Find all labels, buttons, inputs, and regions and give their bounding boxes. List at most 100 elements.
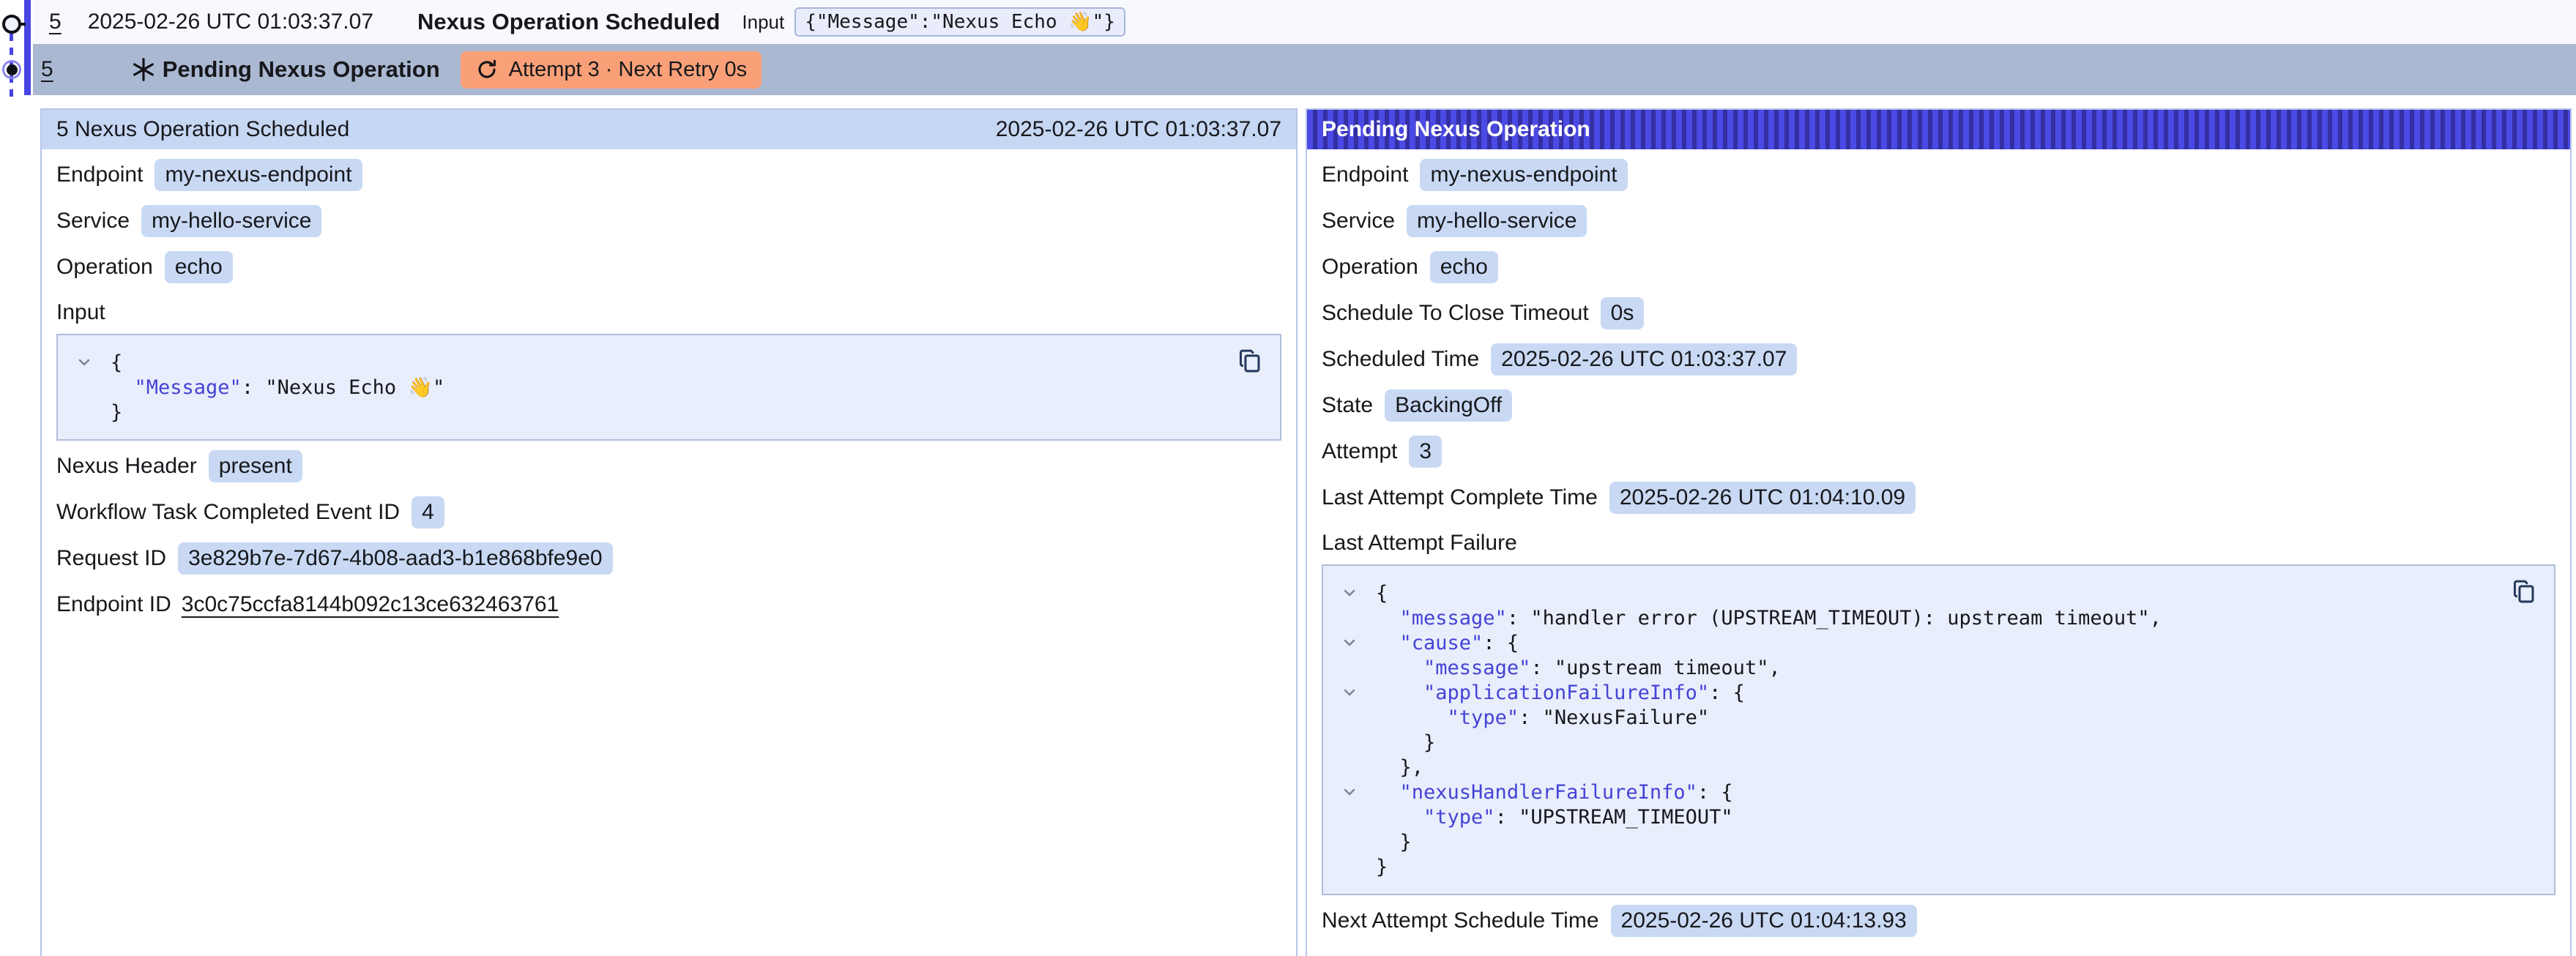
field-row: Request ID3e829b7e-7d67-4b08-aad3-b1e868… [56, 542, 1281, 575]
field-row: StateBackingOff [1322, 389, 2555, 422]
json-text: : "NexusFailure" [1519, 706, 1709, 729]
field-value-badge: 4 [412, 496, 444, 529]
field-value-badge: 2025-02-26 UTC 01:03:37.07 [1491, 343, 1797, 376]
field-value-badge: my-hello-service [1407, 205, 1587, 237]
pending-operation-title: Pending Nexus Operation [163, 56, 440, 83]
field-value-badge: present [209, 450, 302, 482]
field-row: Endpoint ID 3c0c75ccfa8144b092c13ce632463… [56, 588, 1281, 621]
timeline-dot-fill [7, 64, 18, 75]
collapse-chevron-icon[interactable] [1338, 634, 1376, 651]
field-value-link[interactable]: 3c0c75ccfa8144b092c13ce632463761 [182, 592, 559, 617]
json-text [1376, 657, 1423, 679]
history-row-nexus-operation-scheduled[interactable]: 5 2025-02-26 UTC 01:03:37.07 Nexus Opera… [33, 0, 2576, 44]
field-label: Endpoint [56, 163, 143, 187]
json-code-line: { [1338, 580, 2539, 605]
json-text: : { [1709, 681, 1745, 704]
retry-icon [475, 58, 499, 81]
json-code-line: "type": "NexusFailure" [1338, 705, 2539, 730]
json-key: "message" [1400, 607, 1507, 630]
field-row: Last Attempt Complete Time2025-02-26 UTC… [1322, 481, 2555, 515]
json-text [1376, 632, 1400, 654]
json-text: : { [1483, 632, 1519, 654]
json-text: : "Nexus Echo 👋" [242, 376, 444, 399]
field-label: Service [56, 209, 130, 234]
event-detail-header-title: 5 Nexus Operation Scheduled [56, 117, 349, 142]
json-text: } [1376, 856, 1388, 878]
field-row: Endpoint my-nexus-endpoint [56, 158, 1281, 192]
json-text [1376, 681, 1423, 704]
retry-badge-text: Attempt 3 · Next Retry 0s [509, 58, 748, 82]
event-id-link[interactable]: 5 [49, 10, 62, 34]
json-text: } [1376, 731, 1435, 754]
json-key: "nexusHandlerFailureInfo" [1400, 781, 1697, 804]
field-label: Service [1322, 209, 1395, 234]
event-timestamp: 2025-02-26 UTC 01:03:37.07 [88, 10, 373, 34]
json-text: }, [1376, 756, 1423, 779]
timeline-current-dot-icon[interactable] [2, 60, 21, 79]
field-label: Nexus Header [56, 454, 197, 479]
field-value-badge: echo [1430, 251, 1498, 283]
json-code-line: "cause": { [1338, 630, 2539, 655]
field-row: Workflow Task Completed Event ID4 [56, 496, 1281, 529]
json-text [111, 376, 135, 399]
collapse-chevron-icon[interactable] [1338, 584, 1376, 602]
input-section-label: Input [56, 300, 1281, 325]
json-code-line: } [1338, 854, 2539, 879]
field-value-badge: 2025-02-26 UTC 01:04:13.93 [1611, 905, 1917, 937]
field-row: Scheduled Time2025-02-26 UTC 01:03:37.07 [1322, 343, 2555, 376]
field-value-badge: my-hello-service [141, 205, 321, 237]
field-value-badge: echo [165, 251, 233, 283]
collapse-chevron-icon[interactable] [1338, 684, 1376, 701]
json-key: "type" [1423, 806, 1495, 829]
copy-icon[interactable] [2512, 578, 2539, 605]
json-text: { [1376, 582, 1388, 605]
json-code-line: { [72, 350, 1265, 375]
field-row: Attempt3 [1322, 435, 2555, 468]
pending-operation-header: Pending Nexus Operation [1307, 110, 2570, 149]
collapse-chevron-icon[interactable] [1338, 783, 1376, 801]
json-code-line: "type": "UPSTREAM_TIMEOUT" [1338, 804, 2539, 829]
field-value-badge: 0s [1601, 297, 1645, 329]
field-row: Service my-hello-service [56, 204, 1281, 238]
event-id-link[interactable]: 5 [41, 57, 53, 82]
workflow-history-view: 5 2025-02-26 UTC 01:03:37.07 Nexus Opera… [0, 0, 2576, 956]
copy-icon[interactable] [1237, 347, 1265, 375]
pending-operation-panel: Pending Nexus Operation Endpoint my-nexus… [1306, 108, 2572, 956]
json-text [1376, 607, 1400, 630]
field-label: Attempt [1322, 439, 1397, 464]
field-row: Service my-hello-service [1322, 204, 2555, 238]
field-row: Next Attempt Schedule Time 2025-02-26 UTC… [1322, 904, 2555, 938]
json-text: : "handler error (UPSTREAM_TIMEOUT): ups… [1507, 607, 2162, 630]
json-text: { [111, 351, 122, 374]
event-title: Nexus Operation Scheduled [417, 9, 720, 35]
json-code-line: "message": "upstream timeout", [1338, 655, 2539, 680]
json-code-line: } [1338, 730, 2539, 755]
json-text [1376, 781, 1400, 804]
field-value-badge: 3e829b7e-7d67-4b08-aad3-b1e868bfe9e0 [178, 542, 613, 575]
field-value-badge: my-nexus-endpoint [155, 159, 362, 191]
field-label: Endpoint [1322, 163, 1408, 187]
json-text: : { [1697, 781, 1733, 804]
event-detail-header: 5 Nexus Operation Scheduled 2025-02-26 U… [42, 110, 1296, 149]
field-row: Nexus Header present [56, 449, 1281, 483]
json-key: "type" [1448, 706, 1519, 729]
event-detail-header-time: 2025-02-26 UTC 01:03:37.07 [996, 117, 1281, 142]
field-label: Operation [1322, 255, 1418, 280]
timeline-event-circle-icon[interactable] [2, 15, 21, 34]
timeline-connector [20, 23, 26, 26]
collapse-chevron-icon[interactable] [72, 354, 111, 371]
failure-json-block: { "message": "handler error (UPSTREAM_TI… [1322, 564, 2555, 895]
event-input-chip: {"Message":"Nexus Echo 👋"} [794, 7, 1125, 37]
pending-operation-header-title: Pending Nexus Operation [1322, 117, 1590, 142]
json-key: "Message" [135, 376, 242, 399]
input-json-block: { "Message": "Nexus Echo 👋"} [56, 334, 1281, 441]
json-code-line: "message": "handler error (UPSTREAM_TIME… [1338, 605, 2539, 630]
field-value-badge: my-nexus-endpoint [1420, 159, 1627, 191]
field-label: State [1322, 393, 1373, 418]
field-label: Endpoint ID [56, 592, 171, 617]
field-label: Next Attempt Schedule Time [1322, 908, 1599, 933]
history-row-pending-nexus-operation[interactable]: 5 Pending Nexus Operation Attempt 3 · Ne… [33, 44, 2576, 95]
event-detail-body: Endpoint my-nexus-endpoint Service my-hello… [42, 158, 1296, 621]
json-code-line: }, [1338, 755, 2539, 780]
json-text: : "UPSTREAM_TIMEOUT" [1495, 806, 1733, 829]
